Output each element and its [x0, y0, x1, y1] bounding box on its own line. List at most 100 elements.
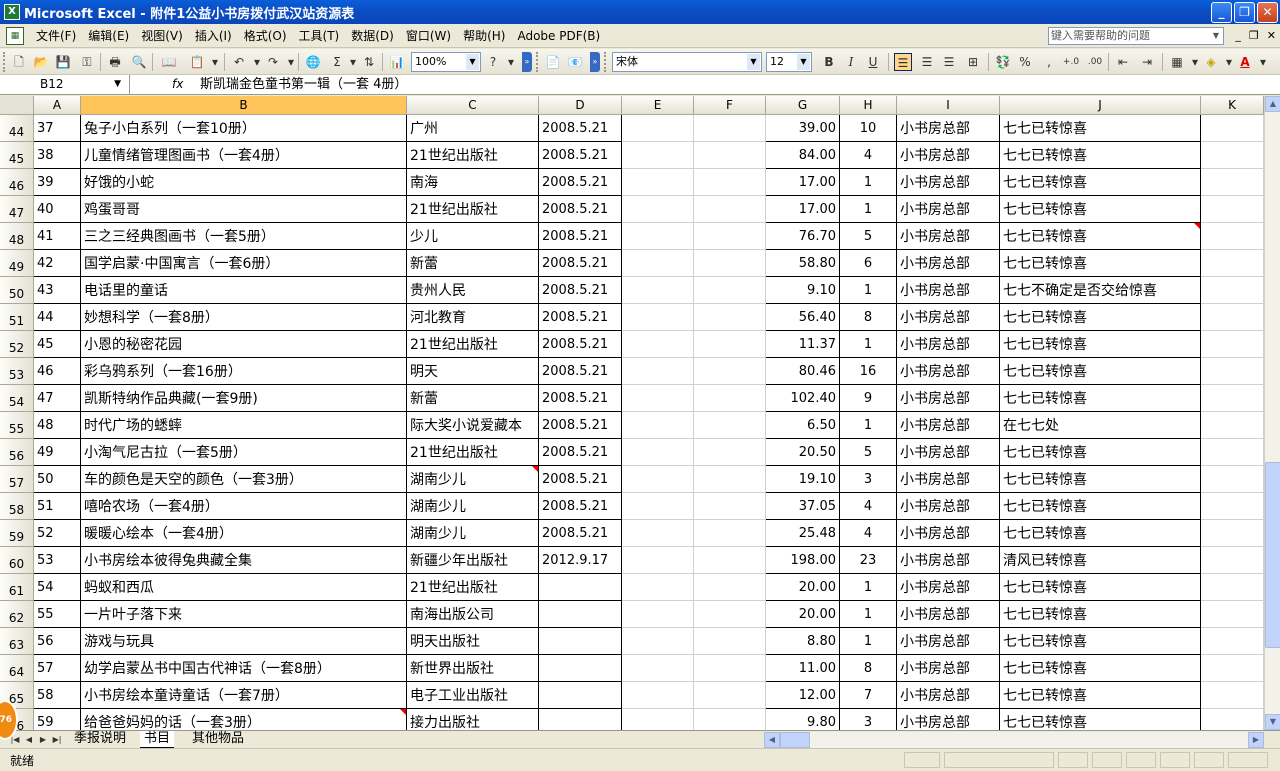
column-header-g[interactable]: G: [766, 96, 840, 115]
cell-d[interactable]: [539, 601, 622, 628]
cell-j[interactable]: 七七已转惊喜: [1000, 115, 1201, 142]
horizontal-scrollbar[interactable]: ◀ ▶: [764, 732, 1264, 748]
cell-i[interactable]: 小书房总部: [897, 169, 1000, 196]
merge-center-icon[interactable]: ⊞: [964, 53, 982, 71]
comment-indicator-icon[interactable]: [532, 466, 538, 472]
cell-h[interactable]: 1: [840, 412, 897, 439]
help-search-input[interactable]: 键入需要帮助的问题 ▼: [1048, 27, 1224, 45]
row-header[interactable]: 44: [0, 115, 34, 142]
cell-f[interactable]: [694, 331, 766, 358]
column-header-d[interactable]: D: [539, 96, 622, 115]
cell-b[interactable]: 幼学启蒙丛书中国古代神话（一套8册）: [81, 655, 407, 682]
cell-j[interactable]: 七七已转惊喜: [1000, 682, 1201, 709]
close-icon[interactable]: ✕: [1257, 2, 1278, 23]
cell-f[interactable]: [694, 223, 766, 250]
cell-a[interactable]: 58: [34, 682, 81, 709]
cell-f[interactable]: [694, 142, 766, 169]
chevron-down-icon[interactable]: ▼: [797, 54, 810, 70]
cell-d[interactable]: 2008.5.21: [539, 142, 622, 169]
cell-i[interactable]: 小书房总部: [897, 223, 1000, 250]
cell-a[interactable]: 57: [34, 655, 81, 682]
cell-j[interactable]: 七七已转惊喜: [1000, 520, 1201, 547]
pdf-email-icon[interactable]: 📧: [566, 53, 584, 71]
increase-indent-icon[interactable]: ⇥: [1138, 53, 1156, 71]
row-header[interactable]: 58: [0, 493, 34, 520]
cell-j[interactable]: 七七已转惊喜: [1000, 223, 1201, 250]
cell-d[interactable]: [539, 655, 622, 682]
menu-data[interactable]: 数据(D): [345, 27, 400, 44]
cell-h[interactable]: 6: [840, 250, 897, 277]
cell-d[interactable]: 2008.5.21: [539, 169, 622, 196]
cell-i[interactable]: 小书房总部: [897, 196, 1000, 223]
toolbar-options-icon[interactable]: »: [590, 52, 600, 72]
cell-e[interactable]: [622, 412, 694, 439]
cell-g[interactable]: 84.00: [766, 142, 840, 169]
cell-d[interactable]: [539, 682, 622, 709]
cell-k[interactable]: [1201, 385, 1264, 412]
cell-h[interactable]: 23: [840, 547, 897, 574]
cell-b[interactable]: 国学启蒙·中国寓言（一套6册）: [81, 250, 407, 277]
cell-k[interactable]: [1201, 223, 1264, 250]
cell-d[interactable]: 2008.5.21: [539, 493, 622, 520]
cell-a[interactable]: 45: [34, 331, 81, 358]
cell-c[interactable]: 贵州人民: [407, 277, 539, 304]
paste-icon[interactable]: 📋: [188, 53, 206, 71]
row-header[interactable]: 54: [0, 385, 34, 412]
cell-a[interactable]: 54: [34, 574, 81, 601]
row-header[interactable]: 59: [0, 520, 34, 547]
cell-h[interactable]: 1: [840, 601, 897, 628]
zoom-select[interactable]: 100% ▼: [411, 52, 481, 72]
cell-d[interactable]: 2008.5.21: [539, 250, 622, 277]
cell-h[interactable]: 9: [840, 385, 897, 412]
cell-a[interactable]: 42: [34, 250, 81, 277]
cell-e[interactable]: [622, 493, 694, 520]
cell-c[interactable]: 新蕾: [407, 385, 539, 412]
increase-decimal-icon[interactable]: +.0: [1062, 53, 1080, 71]
cell-k[interactable]: [1201, 196, 1264, 223]
cell-h[interactable]: 4: [840, 493, 897, 520]
cell-e[interactable]: [622, 547, 694, 574]
cell-k[interactable]: [1201, 250, 1264, 277]
cell-b[interactable]: 儿童情绪管理图画书（一套4册）: [81, 142, 407, 169]
cell-i[interactable]: 小书房总部: [897, 358, 1000, 385]
row-header[interactable]: 63: [0, 628, 34, 655]
cell-f[interactable]: [694, 358, 766, 385]
cell-i[interactable]: 小书房总部: [897, 115, 1000, 142]
cell-c[interactable]: 少儿: [407, 223, 539, 250]
cell-h[interactable]: 4: [840, 520, 897, 547]
cell-i[interactable]: 小书房总部: [897, 493, 1000, 520]
cell-b[interactable]: 蚂蚁和西瓜: [81, 574, 407, 601]
cell-k[interactable]: [1201, 682, 1264, 709]
cell-a[interactable]: 41: [34, 223, 81, 250]
cell-h[interactable]: 4: [840, 142, 897, 169]
column-header-f[interactable]: F: [694, 96, 766, 115]
cell-h[interactable]: 1: [840, 169, 897, 196]
row-header[interactable]: 55: [0, 412, 34, 439]
cell-f[interactable]: [694, 682, 766, 709]
decrease-decimal-icon[interactable]: .00: [1086, 53, 1104, 71]
cell-i[interactable]: 小书房总部: [897, 142, 1000, 169]
cell-b[interactable]: 小淘气尼古拉（一套5册）: [81, 439, 407, 466]
cell-d[interactable]: 2008.5.21: [539, 196, 622, 223]
cell-d[interactable]: [539, 709, 622, 730]
menu-window[interactable]: 窗口(W): [400, 27, 457, 44]
cell-e[interactable]: [622, 331, 694, 358]
cell-c[interactable]: 新蕾: [407, 250, 539, 277]
cell-g[interactable]: 39.00: [766, 115, 840, 142]
cell-h[interactable]: 1: [840, 331, 897, 358]
cell-b[interactable]: 车的颜色是天空的颜色（一套3册）: [81, 466, 407, 493]
cell-c[interactable]: 21世纪出版社: [407, 574, 539, 601]
formula-input[interactable]: 斯凯瑞金色童书第一辑（一套 4册）: [200, 75, 407, 94]
cell-i[interactable]: 小书房总部: [897, 331, 1000, 358]
cell-i[interactable]: 小书房总部: [897, 682, 1000, 709]
cell-g[interactable]: 20.00: [766, 574, 840, 601]
doc-restore-icon[interactable]: ❐: [1249, 29, 1259, 42]
cell-a[interactable]: 52: [34, 520, 81, 547]
cell-h[interactable]: 8: [840, 655, 897, 682]
cell-e[interactable]: [622, 628, 694, 655]
cell-c[interactable]: 南海出版公司: [407, 601, 539, 628]
cell-d[interactable]: 2008.5.21: [539, 358, 622, 385]
cell-f[interactable]: [694, 574, 766, 601]
cell-a[interactable]: 44: [34, 304, 81, 331]
cell-h[interactable]: 7: [840, 682, 897, 709]
